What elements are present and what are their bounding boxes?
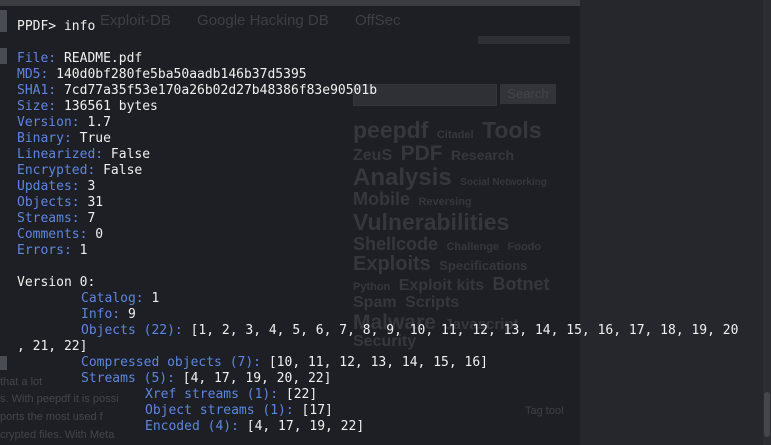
version-section-label: Version 0:	[17, 275, 96, 290]
object-streams-label: Object streams (1):	[145, 403, 294, 418]
updates-value: 3	[87, 179, 96, 194]
encrypted-label: Encrypted:	[17, 163, 96, 178]
size-value: 136561 bytes	[63, 99, 158, 114]
objects-value: 31	[87, 195, 104, 210]
errors-line: Errors: 1	[17, 243, 87, 259]
prompt: PPDF>	[17, 19, 64, 34]
xref-streams-line: Xref streams (1): [22]	[145, 387, 317, 403]
compressed-objects-label: Compressed objects (7):	[81, 355, 262, 370]
info-line: Info: 9	[81, 307, 136, 323]
streams-label: Streams:	[17, 211, 80, 226]
streams-line: Streams: 7	[17, 211, 95, 227]
linearized-line: Linearized: False	[17, 147, 150, 163]
comments-label: Comments:	[17, 227, 88, 242]
md5-line: MD5: 140d0bf280fe5ba50aadb146b37d5395	[17, 67, 307, 83]
updates-label: Updates:	[17, 179, 80, 194]
compressed-objects-line: Compressed objects (7): [10, 11, 12, 13,…	[81, 355, 488, 371]
errors-value: 1	[79, 243, 88, 258]
version-value: 1.7	[87, 115, 111, 130]
comments-value: 0	[95, 227, 104, 242]
objects-list-wrap: , 21, 22]	[17, 339, 88, 354]
prompt-line: PPDF> info	[17, 19, 95, 35]
encoded-line: Encoded (4): [4, 17, 19, 22]	[145, 419, 364, 435]
file-line: File: README.pdf	[17, 51, 142, 67]
objects-list-value: [1, 2, 3, 4, 5, 6, 7, 8, 9, 10, 11, 12, …	[190, 323, 739, 338]
encoded-label: Encoded (4):	[145, 419, 239, 434]
binary-line: Binary: True	[17, 131, 111, 147]
sha1-label: SHA1:	[17, 83, 57, 98]
encrypted-value: False	[103, 163, 143, 178]
info-label: Info:	[81, 307, 121, 322]
streams-list-line: Streams (5): [4, 17, 19, 20, 22]	[81, 371, 331, 387]
command: info	[63, 19, 96, 34]
streams-list-value: [4, 17, 19, 20, 22]	[182, 371, 332, 386]
encoded-value: [4, 17, 19, 22]	[246, 419, 365, 434]
size-line: Size: 136561 bytes	[17, 99, 158, 115]
object-streams-value: [17]	[301, 403, 333, 418]
objects-line: Objects: 31	[17, 195, 103, 211]
object-streams-line: Object streams (1): [17]	[145, 403, 333, 419]
sha1-line: SHA1: 7cd77a35f53e170a26b02d27b48386f83e…	[17, 83, 377, 99]
catalog-value: 1	[151, 291, 160, 306]
xref-streams-value: [22]	[285, 387, 318, 402]
binary-label: Binary:	[17, 131, 72, 146]
objects-list-label: Objects (22):	[81, 323, 183, 338]
catalog-label: Catalog:	[81, 291, 144, 306]
version-label: Version:	[17, 115, 80, 130]
terminal-output[interactable]: PPDF> info File: README.pdf MD5: 140d0bf…	[0, 0, 771, 445]
sha1-value: 7cd77a35f53e170a26b02d27b48386f83e90501b	[63, 83, 378, 98]
objects-list-wrap-line: , 21, 22]	[17, 339, 87, 355]
updates-line: Updates: 3	[17, 179, 95, 195]
streams-value: 7	[87, 211, 96, 226]
objects-list-line: Objects (22): [1, 2, 3, 4, 5, 6, 7, 8, 9…	[81, 323, 738, 339]
objects-label: Objects:	[17, 195, 80, 210]
errors-label: Errors:	[17, 243, 72, 258]
xref-streams-label: Xref streams (1):	[145, 387, 279, 402]
streams-list-label: Streams (5):	[81, 371, 175, 386]
catalog-line: Catalog: 1	[81, 291, 159, 307]
binary-value: True	[79, 131, 111, 146]
version-section-line: Version 0:	[17, 275, 95, 291]
md5-label: MD5:	[17, 67, 49, 82]
encrypted-line: Encrypted: False	[17, 163, 142, 179]
version-line: Version: 1.7	[17, 115, 111, 131]
md5-value: 140d0bf280fe5ba50aadb146b37d5395	[56, 67, 307, 82]
file-label: File:	[17, 51, 57, 66]
size-label: Size:	[17, 99, 57, 114]
linearized-value: False	[110, 147, 151, 162]
compressed-objects-value: [10, 11, 12, 13, 14, 15, 16]	[268, 355, 488, 370]
comments-line: Comments: 0	[17, 227, 103, 243]
file-value: README.pdf	[63, 51, 143, 66]
linearized-label: Linearized:	[17, 147, 104, 162]
info-value: 9	[127, 307, 136, 322]
